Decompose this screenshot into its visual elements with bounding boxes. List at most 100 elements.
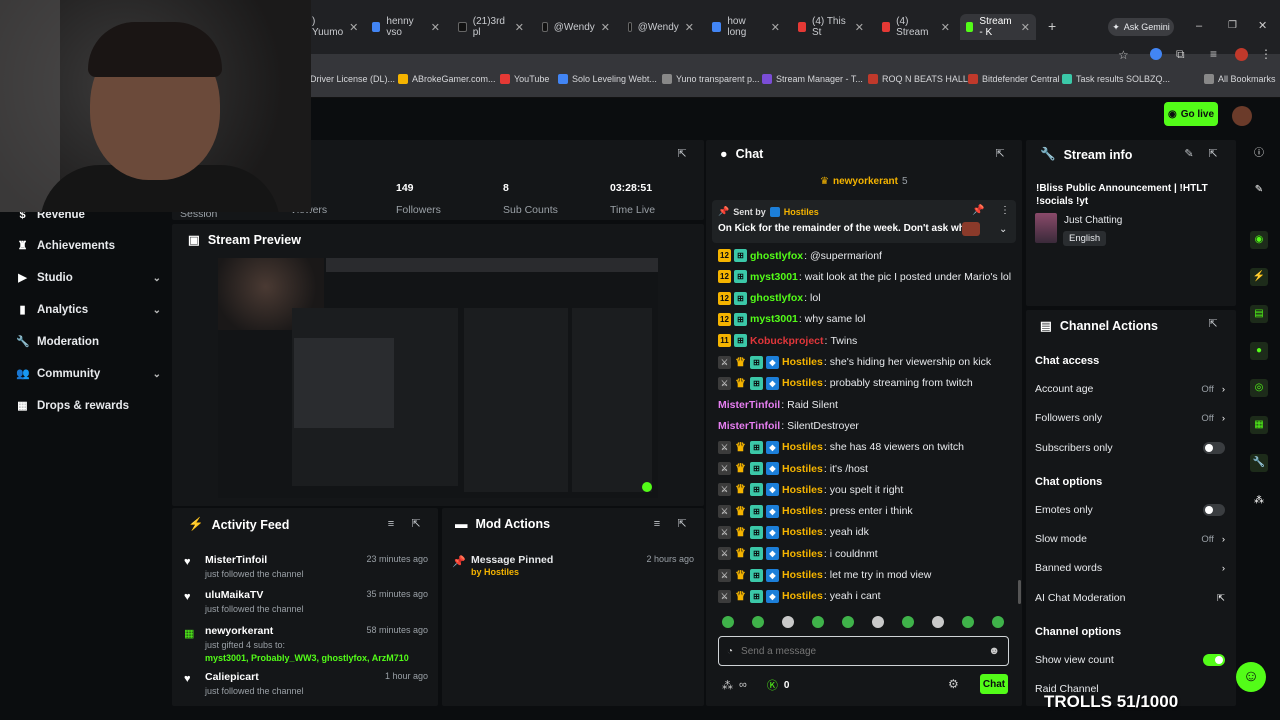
chat-username[interactable]: Hostiles bbox=[782, 441, 823, 453]
browser-tab[interactable]: (4) Stream ✕ bbox=[876, 14, 956, 40]
chat-username[interactable]: myst3001 bbox=[750, 271, 798, 283]
emote-icon[interactable] bbox=[752, 616, 764, 628]
emote-icon[interactable] bbox=[872, 616, 884, 628]
info-icon[interactable]: ⓘ bbox=[1250, 145, 1268, 163]
lightning-icon[interactable]: ⚡ bbox=[1250, 268, 1268, 286]
maximize-window-button[interactable]: ❐ bbox=[1228, 20, 1237, 31]
camera-icon[interactable]: ◉ bbox=[1250, 231, 1268, 249]
emote-icon[interactable] bbox=[902, 616, 914, 628]
chat-username[interactable]: Hostiles bbox=[782, 377, 823, 389]
expand-icon[interactable]: ⇱ bbox=[1207, 318, 1219, 330]
chat-message[interactable]: ⚔ ♛ ⊞ ◆ Hostiles: she has 48 viewers on twitc… bbox=[718, 439, 1014, 456]
bookmark-item[interactable]: Driver License (DL)... bbox=[310, 74, 395, 84]
bookmark-item[interactable]: Solo Leveling Webt... bbox=[558, 74, 657, 84]
chat-message[interactable]: ⚔ ♛ ⊞ ◆ Hostiles: press enter i think bbox=[718, 503, 1014, 520]
banned-words-row[interactable]: Banned words › bbox=[1035, 558, 1225, 578]
chevron-down-icon[interactable]: ⌄ bbox=[999, 224, 1007, 235]
chat-message[interactable]: ⚔ ♛ ⊞ ◆ Hostiles: let me try in mod view bbox=[718, 567, 1014, 584]
chat-input-box[interactable]: ◔ ☻ bbox=[718, 636, 1009, 666]
sidebar-item-drops-rewards[interactable]: ▦ Drops & rewards bbox=[16, 396, 161, 416]
extension-icon[interactable] bbox=[1150, 48, 1162, 60]
chat-message[interactable]: ⚔ ♛ ⊞ ◆ Hostiles: yeah idk bbox=[718, 524, 1014, 541]
edit-icon[interactable]: ✎ bbox=[1250, 181, 1268, 199]
sidebar-item-analytics[interactable]: ▮ Analytics ⌄ bbox=[16, 300, 161, 320]
sidebar-item-achievements[interactable]: ♜ Achievements bbox=[16, 236, 161, 256]
chat-message-input[interactable] bbox=[741, 645, 962, 657]
emote-icon[interactable] bbox=[842, 616, 854, 628]
infinity-icon[interactable]: ∞ bbox=[739, 679, 747, 691]
bookmark-item[interactable]: Bitdefender Central bbox=[968, 74, 1060, 84]
unpin-icon[interactable]: 📌 bbox=[972, 205, 984, 216]
close-tab-icon[interactable]: ✕ bbox=[515, 21, 524, 34]
emote-icon[interactable] bbox=[782, 616, 794, 628]
browser-tab[interactable]: (4) This St ✕ bbox=[792, 14, 870, 40]
pinned-message[interactable]: 📌 Sent by Hostiles On Kick for the remai… bbox=[712, 200, 1016, 243]
chat-username[interactable]: myst3001 bbox=[750, 313, 798, 325]
bookmark-item[interactable]: ROQ N BEATS HALL... bbox=[868, 74, 975, 84]
close-tab-icon[interactable]: ✕ bbox=[601, 21, 610, 34]
media-icon[interactable]: ≡ bbox=[1210, 47, 1217, 61]
browser-tab[interactable]: henny vso ✕ bbox=[366, 14, 446, 40]
edit-icon[interactable]: ✎ bbox=[1183, 148, 1195, 160]
close-tab-icon[interactable]: ✕ bbox=[685, 21, 694, 34]
filter-icon[interactable]: ≡ bbox=[651, 518, 663, 530]
wrench-icon[interactable]: 🔧 bbox=[1250, 454, 1268, 472]
expand-icon[interactable]: ⇱ bbox=[1207, 148, 1219, 160]
browser-tab[interactable]: @Wendy ✕ bbox=[536, 14, 616, 40]
go-live-button[interactable]: ◉ Go live bbox=[1164, 102, 1218, 126]
emote-icon[interactable] bbox=[962, 616, 974, 628]
close-tab-icon[interactable]: ✕ bbox=[431, 21, 440, 34]
emote-icon[interactable] bbox=[932, 616, 944, 628]
chat-message[interactable]: 12 ⊞ myst3001: why same lol bbox=[718, 311, 1014, 328]
bookmark-item[interactable]: All Bookmarks bbox=[1204, 74, 1276, 84]
expand-icon[interactable]: ⇱ bbox=[994, 148, 1006, 160]
chat-username[interactable]: ghostlyfox bbox=[750, 292, 803, 304]
users-icon[interactable]: ⁂ bbox=[722, 679, 733, 692]
chat-message[interactable]: ⚔ ♛ ⊞ ◆ Hostiles: i couldnmt bbox=[718, 545, 1014, 562]
close-tab-icon[interactable]: ✕ bbox=[941, 21, 950, 34]
subscribers-only-toggle[interactable] bbox=[1203, 442, 1225, 454]
chat-username[interactable]: Hostiles bbox=[782, 590, 823, 602]
chat-username[interactable]: Hostiles bbox=[782, 505, 823, 517]
chat-message[interactable]: ⚔ ♛ ⊞ ◆ Hostiles: it's /host bbox=[718, 460, 1014, 477]
account-age-row[interactable]: Account age Off › bbox=[1035, 379, 1225, 399]
bookmark-item[interactable]: ABrokeGamer.com... bbox=[398, 74, 496, 84]
support-button[interactable]: ☺ bbox=[1236, 662, 1266, 692]
close-tab-icon[interactable]: ✕ bbox=[349, 21, 358, 34]
chat-username[interactable]: MisterTinfoil bbox=[718, 399, 780, 411]
bookmark-item[interactable]: Task results SOLBZQ... bbox=[1062, 74, 1170, 84]
chat-username[interactable]: MisterTinfoil bbox=[718, 420, 780, 432]
browser-menu-icon[interactable]: ⋮ bbox=[1260, 47, 1272, 61]
profile-avatar[interactable] bbox=[1235, 48, 1248, 61]
chat-username[interactable]: Hostiles bbox=[782, 463, 823, 475]
chat-message[interactable]: ⚔ ♛ ⊞ ◆ Hostiles: you spelt it right bbox=[718, 481, 1014, 498]
minimize-window-button[interactable]: – bbox=[1196, 20, 1202, 32]
nodes-icon[interactable]: ⁂ bbox=[1250, 492, 1268, 510]
more-options-icon[interactable]: ⋮ bbox=[1000, 205, 1010, 216]
chat-icon[interactable]: ● bbox=[1250, 342, 1268, 360]
chat-message[interactable]: 12 ⊞ ghostlyfox: @supermarionf bbox=[718, 247, 1014, 264]
emote-icon[interactable] bbox=[722, 616, 734, 628]
browser-tab[interactable]: (21)3rd pl ✕ bbox=[452, 14, 530, 40]
emote-icon[interactable] bbox=[812, 616, 824, 628]
browser-tab[interactable]: Stream - K ✕ bbox=[960, 14, 1036, 40]
slow-mode-row[interactable]: Slow mode Off › bbox=[1035, 529, 1225, 549]
expand-icon[interactable]: ⇱ bbox=[410, 518, 422, 530]
chat-settings-icon[interactable]: ⚙ bbox=[948, 677, 959, 691]
stream-preview-video[interactable] bbox=[218, 258, 658, 498]
emoji-icon[interactable]: ☻ bbox=[988, 645, 1000, 657]
chat-message[interactable]: MisterTinfoil: Raid Silent bbox=[718, 396, 1014, 413]
new-tab-button[interactable]: + bbox=[1048, 18, 1056, 34]
browser-tab[interactable]: @Wendy ✕ bbox=[622, 14, 700, 40]
ask-gemini-button[interactable]: ✦ Ask Gemini bbox=[1108, 18, 1174, 36]
bookmark-item[interactable]: Stream Manager - T... bbox=[762, 74, 863, 84]
chat-message[interactable]: ⚔ ♛ ⊞ ◆ Hostiles: yeah i cant bbox=[718, 588, 1014, 605]
chat-message[interactable]: 12 ⊞ ghostlyfox: lol bbox=[718, 290, 1014, 307]
show-view-count-toggle[interactable] bbox=[1203, 654, 1225, 666]
chat-message[interactable]: 11 ⊞ Kobuckproject: Twins bbox=[718, 332, 1014, 349]
chat-username[interactable]: Hostiles bbox=[782, 548, 823, 560]
puzzle-icon[interactable]: ⧉ bbox=[1176, 47, 1185, 62]
panel-icon[interactable]: ▦ bbox=[1250, 416, 1268, 434]
browser-tab[interactable]: how long ✕ bbox=[706, 14, 786, 40]
chat-username[interactable]: Hostiles bbox=[782, 356, 823, 368]
